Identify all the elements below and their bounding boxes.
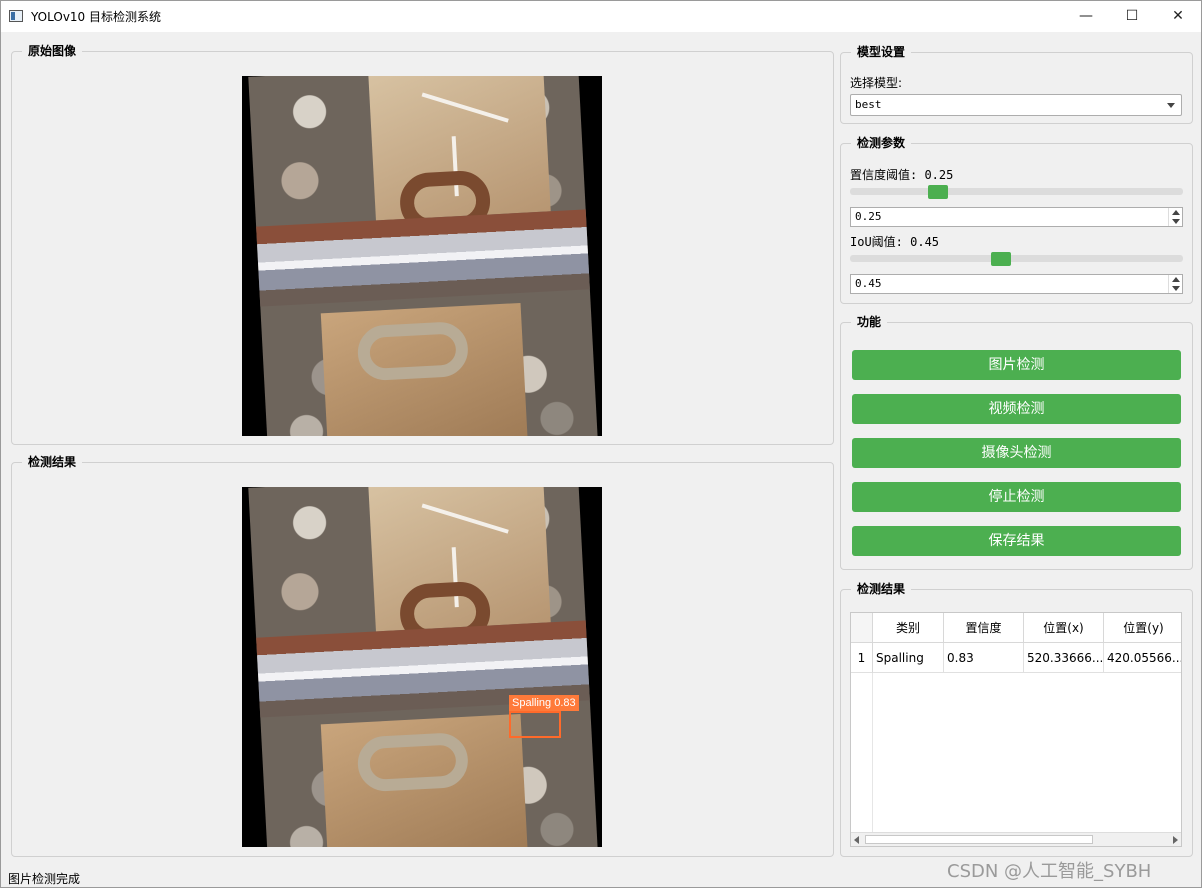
model-select[interactable]: best bbox=[850, 94, 1182, 116]
title-bar: YOLOv10 目标检测系统 — ☐ ✕ bbox=[1, 1, 1201, 32]
confidence-slider-handle[interactable] bbox=[928, 185, 948, 199]
table-cell-y[interactable]: 420.05566... bbox=[1104, 643, 1181, 673]
confidence-label: 置信度阈值: 0.25 bbox=[850, 168, 954, 182]
functions-title: 功能 bbox=[851, 314, 888, 330]
table-cell-confidence[interactable]: 0.83 bbox=[944, 643, 1024, 673]
results-table[interactable]: 类别 置信度 位置(x) 位置(y) 1 Spalling 0.83 520.3… bbox=[850, 612, 1182, 847]
iou-slider-track[interactable] bbox=[850, 255, 1183, 262]
horizontal-scrollbar[interactable] bbox=[851, 832, 1181, 846]
table-cell-x[interactable]: 520.33666... bbox=[1024, 643, 1104, 673]
detection-image-group: 检测结果 Spalling 0.83 bbox=[11, 454, 834, 857]
watermark: CSDN @人工智能_SYBH bbox=[947, 861, 1152, 882]
row-header[interactable]: 1 bbox=[851, 643, 873, 673]
spin-up-icon[interactable] bbox=[1172, 277, 1180, 282]
row-header-area bbox=[851, 673, 873, 834]
original-image-title: 原始图像 bbox=[22, 43, 83, 59]
table-corner[interactable] bbox=[851, 613, 873, 643]
minimize-button[interactable]: — bbox=[1063, 1, 1109, 32]
iou-label: IoU阈值: 0.45 bbox=[850, 235, 940, 249]
original-image-group: 原始图像 bbox=[11, 43, 834, 445]
image-detect-button[interactable]: 图片检测 bbox=[852, 350, 1181, 380]
results-title: 检测结果 bbox=[851, 581, 912, 597]
save-results-button[interactable]: 保存结果 bbox=[852, 526, 1181, 556]
header-class[interactable]: 类别 bbox=[873, 613, 944, 643]
maximize-button[interactable]: ☐ bbox=[1109, 1, 1155, 32]
confidence-spinbox-value: 0.25 bbox=[855, 210, 882, 223]
scrollbar-thumb[interactable] bbox=[865, 835, 1093, 844]
camera-detect-button[interactable]: 摄像头检测 bbox=[852, 438, 1181, 468]
original-image bbox=[242, 76, 602, 436]
detection-bounding-box bbox=[509, 711, 561, 738]
spin-up-icon[interactable] bbox=[1172, 210, 1180, 215]
iou-spinbox-value: 0.45 bbox=[855, 277, 882, 290]
scroll-left-icon[interactable] bbox=[854, 836, 859, 844]
close-button[interactable]: ✕ bbox=[1155, 1, 1201, 32]
header-confidence[interactable]: 置信度 bbox=[944, 613, 1024, 643]
app-window: YOLOv10 目标检测系统 — ☐ ✕ 原始图像 检测结果 Spalling … bbox=[0, 0, 1202, 888]
detection-label: Spalling 0.83 bbox=[509, 695, 579, 711]
iou-slider-handle[interactable] bbox=[991, 252, 1011, 266]
model-settings-title: 模型设置 bbox=[851, 44, 912, 60]
confidence-slider-track[interactable] bbox=[850, 188, 1183, 195]
spin-down-icon[interactable] bbox=[1172, 286, 1180, 291]
spin-down-icon[interactable] bbox=[1172, 219, 1180, 224]
header-x[interactable]: 位置(x) bbox=[1024, 613, 1104, 643]
stop-detect-button[interactable]: 停止检测 bbox=[852, 482, 1181, 512]
app-icon bbox=[9, 10, 23, 22]
scroll-right-icon[interactable] bbox=[1173, 836, 1178, 844]
iou-spinbox[interactable]: 0.45 bbox=[850, 274, 1183, 294]
model-select-value: best bbox=[855, 98, 882, 111]
detection-image: Spalling 0.83 bbox=[242, 487, 602, 847]
confidence-spinbox[interactable]: 0.25 bbox=[850, 207, 1183, 227]
detection-image-title: 检测结果 bbox=[22, 454, 83, 470]
chevron-down-icon[interactable] bbox=[1167, 103, 1175, 108]
status-bar-text: 图片检测完成 bbox=[8, 872, 81, 886]
detection-params-title: 检测参数 bbox=[851, 135, 912, 151]
video-detect-button[interactable]: 视频检测 bbox=[852, 394, 1181, 424]
model-select-label: 选择模型: bbox=[850, 76, 903, 90]
table-cell-class[interactable]: Spalling bbox=[873, 643, 944, 673]
header-y[interactable]: 位置(y) bbox=[1104, 613, 1181, 643]
window-title: YOLOv10 目标检测系统 bbox=[31, 10, 162, 24]
